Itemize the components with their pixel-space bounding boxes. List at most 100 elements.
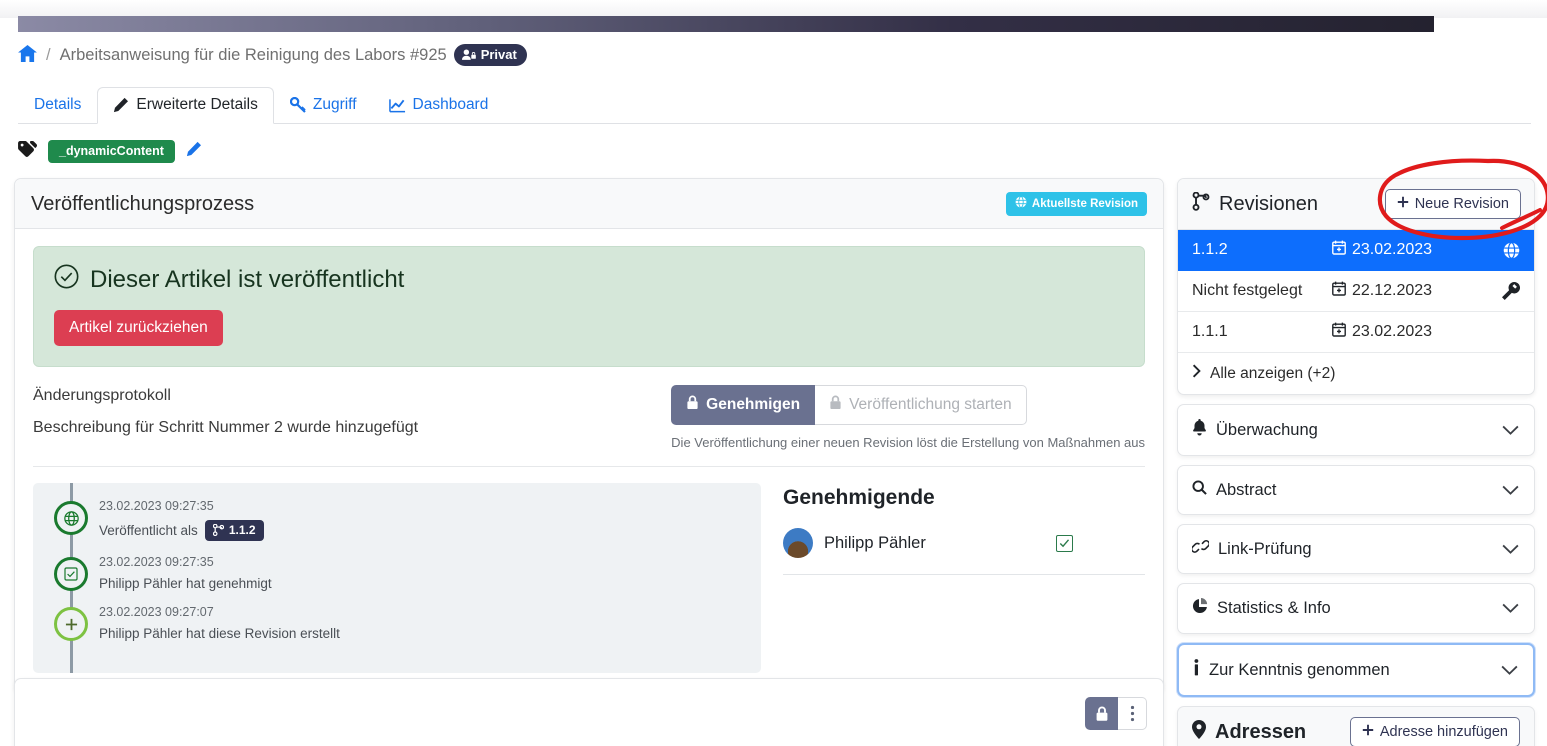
timeline-text: Veröffentlicht als [99,523,198,538]
revision-chip: 1.1.2 [204,520,264,541]
tab-zugriff-label: Zugriff [312,96,357,113]
start-publication-button[interactable]: Veröffentlichung starten [815,385,1027,425]
accordion-item-ueberwachung[interactable]: Überwachung [1177,404,1535,456]
accordion-label: Link-Prüfung [1218,539,1312,558]
edit-tags-icon[interactable] [186,141,202,162]
tag-row: _dynamicContent [18,140,202,163]
retract-article-button[interactable]: Artikel zurückziehen [54,310,223,346]
lock-button[interactable] [1085,697,1118,730]
revisions-panel: Revisionen Neue Revision 1.1.2 23.02.202… [1177,178,1535,395]
add-address-label: Adresse hinzufügen [1379,724,1508,740]
latest-revision-label: Aktuellste Revision [1031,197,1138,210]
chevron-right-icon [1192,364,1202,383]
tab-details[interactable]: Details [18,87,97,124]
chart-line-icon [388,98,406,113]
revision-timeline: 23.02.2023 09:27:35 Veröffentlicht als 1… [33,483,761,673]
revision-version: Nicht festgelegt [1192,282,1303,299]
bell-icon [1192,419,1207,441]
app-top-gradient-bar [18,16,1434,32]
timeline-text: Philipp Pähler hat genehmigt [99,576,272,591]
browser-chrome-strip [0,0,1547,36]
show-all-label: Alle anzeigen (+2) [1210,364,1336,382]
new-revision-button[interactable]: Neue Revision [1384,189,1521,219]
revision-row-selected[interactable]: 1.1.2 23.02.2023 [1178,230,1534,271]
plus-icon [54,607,88,641]
kebab-menu-button[interactable] [1118,697,1147,730]
published-alert-text: Dieser Artikel ist veröffentlicht [90,266,405,293]
globe-icon [54,501,88,535]
home-icon[interactable] [18,44,37,66]
revision-row[interactable]: Nicht festgelegt 22.12.2023 [1178,271,1534,312]
chevron-down-icon [1502,603,1519,614]
key-icon [289,97,306,113]
user-lock-icon [461,48,476,60]
addresses-title: Adressen [1215,720,1307,743]
check-circle-icon [54,264,79,296]
chevron-down-icon [1502,485,1519,496]
accordion-item-zur-kenntnis-genommen[interactable]: Zur Kenntnis genommen [1177,643,1535,697]
link-icon [1190,539,1210,559]
revision-version: 1.1.1 [1192,323,1228,340]
timeline-timestamp: 23.02.2023 09:27:35 [99,499,214,513]
approver-name: Philipp Pähler [824,533,926,552]
start-publication-label: Veröffentlichung starten [849,396,1012,413]
plus-icon [1362,724,1374,740]
code-branch-icon [212,524,224,536]
published-alert: Dieser Artikel ist veröffentlicht Artike… [33,246,1145,367]
published-alert-title: Dieser Artikel ist veröffentlicht [54,264,1124,296]
tag-dynamiccontent[interactable]: _dynamicContent [48,140,175,163]
accordion-label: Überwachung [1216,420,1318,439]
breadcrumb-title[interactable]: Arbeitsanweisung für die Reinigung des L… [60,46,447,65]
accordion-item-abstract[interactable]: Abstract [1177,465,1535,515]
chevron-down-icon [1501,665,1518,676]
avatar [783,528,813,558]
addresses-panel: Adressen Adresse hinzufügen [1177,706,1535,746]
accordion-item-statistics-info[interactable]: Statistics & Info [1177,583,1535,634]
timeline-timestamp: 23.02.2023 09:27:07 [99,605,214,619]
show-all-revisions-link[interactable]: Alle anzeigen (+2) [1178,353,1534,394]
revision-row[interactable]: 1.1.1 23.02.2023 [1178,312,1534,353]
secondary-card [14,678,1164,746]
changelog-row: Änderungsprotokoll Beschreibung für Schr… [33,385,1145,467]
timeline-text: Philipp Pähler hat diese Revision erstel… [99,626,340,641]
chevron-down-icon [1502,425,1519,436]
chevron-down-icon [1502,544,1519,555]
accordion-label: Zur Kenntnis genommen [1209,660,1390,679]
approvers-heading: Genehmigende [783,486,935,509]
accordion-label: Statistics & Info [1217,599,1331,617]
tab-dashboard[interactable]: Dashboard [373,87,505,124]
tab-erweiterte-details[interactable]: Erweiterte Details [97,87,274,124]
status-badge-latest-revision: Aktuellste Revision [1005,192,1147,216]
approve-button[interactable]: Genehmigen [671,385,816,425]
approver-status [1056,534,1073,552]
revision-date: 23.02.2023 [1352,241,1433,258]
approver-row: Philipp Pähler [783,528,1145,575]
approve-button-label: Genehmigen [706,396,801,413]
tab-zugriff[interactable]: Zugriff [274,87,373,124]
lock-icon [686,395,699,415]
revisions-title: Revisionen [1219,192,1318,215]
add-address-button[interactable]: Adresse hinzufügen [1349,717,1520,746]
lock-icon-disabled [829,395,842,415]
revision-chip-label: 1.1.2 [228,523,256,537]
page-title: Veröffentlichungsprozess [31,192,255,215]
accordion-label: Abstract [1216,480,1277,499]
publication-action-buttons: Genehmigen Veröffentlichung starten [671,385,1145,425]
sidebar: Revisionen Neue Revision 1.1.2 23.02.202… [1177,178,1535,746]
tab-dashboard-label: Dashboard [412,96,489,113]
wrench-icon[interactable] [1502,282,1520,300]
changelog-description: Beschreibung für Schritt Nummer 2 wurde … [33,419,419,436]
pencil-icon [113,97,129,113]
status-badge-privat: Privat [453,44,527,66]
new-revision-label: Neue Revision [1414,196,1509,212]
approvers-section: Genehmigende Philipp Pähler [783,483,1145,673]
timeline-item: 23.02.2023 09:27:35 Veröffentlicht als 1… [33,499,761,555]
info-icon [1193,659,1200,681]
publication-hint: Die Veröffentlichung einer neuen Revisio… [671,435,1145,450]
privat-badge-label: Privat [480,47,517,62]
tab-bar: Details Erweiterte Details Zugriff Dashb… [18,86,1531,124]
accordion-item-link-pruefung[interactable]: Link-Prüfung [1177,524,1535,574]
tab-details-label: Details [34,96,82,113]
checkbox-checked-icon [1056,534,1073,552]
search-icon [1192,480,1207,500]
